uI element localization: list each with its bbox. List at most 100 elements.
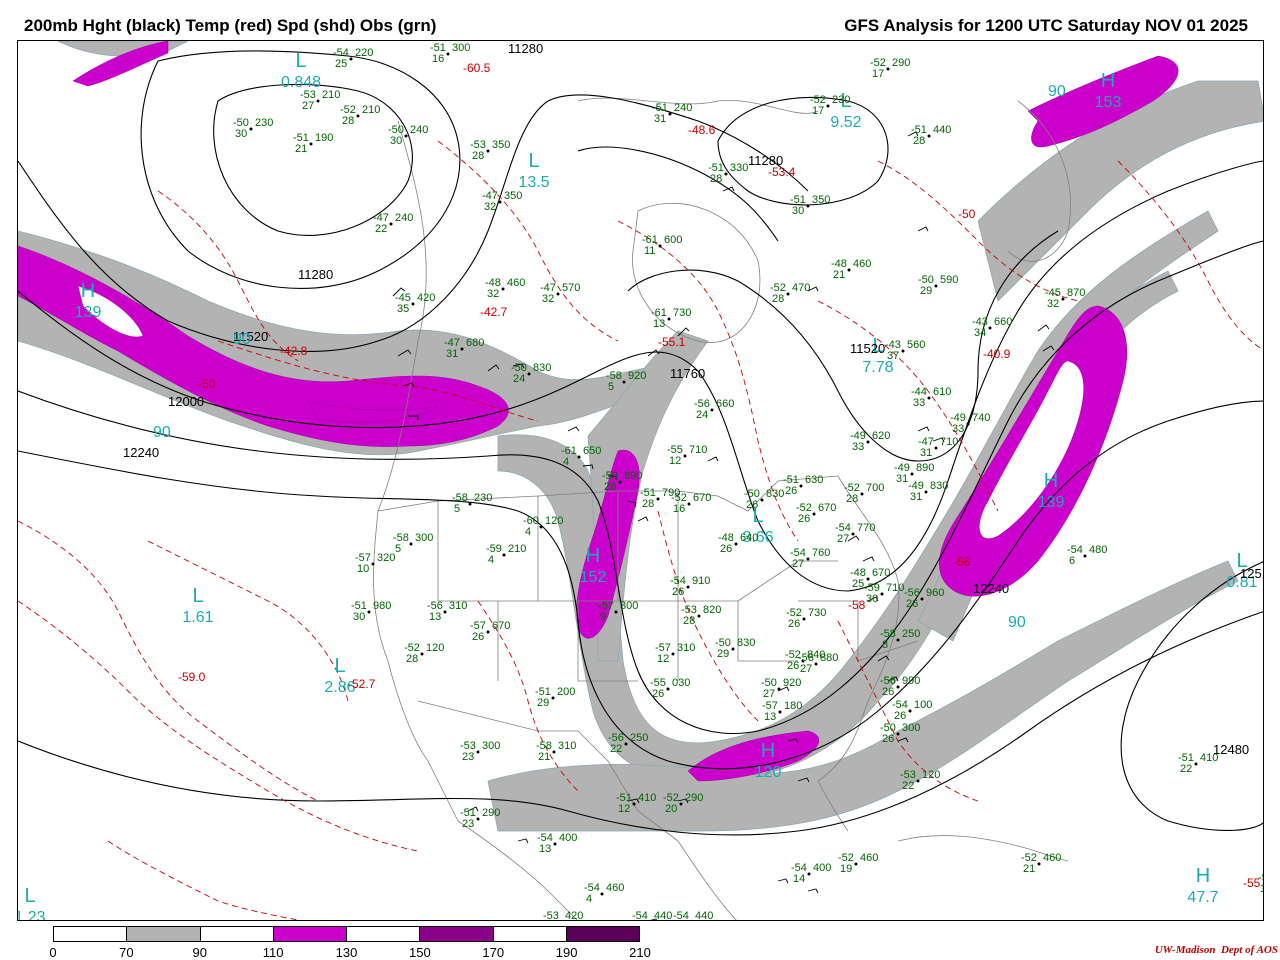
center-value: 139 — [75, 304, 102, 321]
station-dot — [847, 268, 851, 272]
station-dot — [486, 149, 490, 153]
legend-tick-label: 210 — [629, 945, 651, 960]
station-dot — [778, 710, 782, 714]
credit-line: UW-Madison Dept of AOS — [1155, 944, 1278, 956]
isotherm-2 — [18, 600, 419, 852]
ob-dewpoint-depression: 34 — [974, 327, 986, 339]
ob-height: 350 — [492, 139, 510, 151]
ob-dewpoint-depression: 10 — [357, 563, 369, 575]
ob-height: 830 — [533, 362, 551, 374]
station-ob: -47 35032 — [482, 190, 522, 213]
speed-label: 90 — [1048, 83, 1066, 100]
ob-height: 460 — [1043, 852, 1061, 864]
height-label: 12000 — [168, 394, 204, 409]
ob-dewpoint-depression: 27 — [792, 558, 804, 570]
temperature-label: -60.5 — [463, 61, 491, 75]
ob-dewpoint-depression: 12 — [669, 455, 681, 467]
station-dot — [826, 104, 830, 108]
station-ob: -51 44028 — [911, 124, 951, 147]
ob-height: 570 — [562, 282, 580, 294]
ob-dewpoint-depression: 23 — [462, 818, 474, 830]
station-dot — [409, 542, 413, 546]
station-dot — [446, 52, 450, 56]
center-letter: H — [1044, 470, 1058, 492]
ob-height: 410 — [1200, 752, 1218, 764]
ob-height: 560 — [907, 339, 925, 351]
ob-height: 760 — [812, 547, 830, 559]
station-dot — [920, 597, 924, 601]
ob-height: 210 — [508, 543, 526, 555]
station-dot — [560, 921, 563, 922]
station-dot — [896, 732, 900, 736]
station-dot — [916, 779, 920, 783]
station-dot — [697, 614, 701, 618]
ob-height: 300 — [482, 740, 500, 752]
ob-dewpoint-depression: 26 — [882, 686, 894, 698]
station-ob: -57 67026 — [470, 620, 510, 643]
hudson-bay — [632, 203, 761, 343]
temperature-label: -50 — [958, 207, 976, 221]
station-dot — [880, 592, 884, 596]
credit-org: UW-Madison — [1154, 944, 1216, 956]
ob-dewpoint-depression: 28 — [472, 150, 484, 162]
ob-dewpoint-depression: 21 — [833, 269, 845, 281]
ob-height: 620 — [872, 430, 890, 442]
station-dot — [799, 484, 803, 488]
ob-dewpoint-depression: 26 — [882, 733, 894, 745]
ob-height: 240 — [410, 124, 428, 136]
legend-tick-label: 150 — [409, 945, 431, 960]
station-ob: -50 83026 — [744, 488, 784, 511]
station-ob: -58 31021 — [536, 740, 576, 763]
ob-dewpoint-depression: 4 — [488, 554, 494, 566]
height-label: 11280 — [298, 267, 333, 282]
station-dot — [476, 750, 480, 754]
station-dot — [658, 244, 662, 248]
ob-height: 470 — [792, 282, 810, 294]
speed-label: 90 — [233, 331, 251, 348]
station-dot — [687, 502, 691, 506]
center-value: 153 — [1095, 94, 1122, 111]
station-ob: -52 12028 — [404, 642, 444, 665]
legend-swatch — [492, 927, 566, 941]
temperature-label: -52.7 — [348, 677, 376, 691]
station-ob: -53 21027 — [300, 89, 340, 112]
ob-dewpoint-depression: 26 — [785, 485, 797, 497]
station-dot — [908, 709, 912, 713]
temperature-label: -59.0 — [178, 670, 206, 684]
map-canvas: H139H153H139H120H152H47.7L0.848L13.5L9.5… — [18, 41, 1264, 922]
station-ob: -5444013 — [1258, 872, 1264, 895]
ob-temperature: -53 — [543, 910, 559, 921]
station-dot — [786, 292, 790, 296]
ob-height: 240 — [395, 212, 413, 224]
ob-dewpoint-depression: 30 — [235, 128, 247, 140]
legend-tick-label: 0 — [49, 945, 57, 960]
station-dot — [724, 172, 728, 176]
station-dot — [389, 222, 393, 226]
legend-tick-label: 90 — [192, 945, 207, 960]
ob-dewpoint-depression: 31 — [654, 113, 666, 125]
station-dot — [309, 142, 313, 146]
temperature-label: -50 — [198, 377, 216, 391]
station-ob: -55 71012 — [667, 444, 707, 467]
ob-dewpoint-depression: 16 — [432, 53, 444, 65]
center-value: 9.52 — [830, 114, 861, 131]
ob-height: 290 — [892, 57, 910, 69]
ob-dewpoint-depression: 27 — [837, 533, 849, 545]
ob-dewpoint-depression: 28 — [642, 498, 654, 510]
ob-dewpoint-depression: 22 — [375, 223, 387, 235]
temperature-label: -53.4 — [768, 165, 796, 179]
station-dot — [988, 326, 992, 330]
ob-height: 740 — [972, 412, 990, 424]
ob-dewpoint-depression: 12 — [657, 653, 669, 665]
ob-dewpoint-depression: 13 — [1260, 883, 1264, 895]
ob-height: 890 — [916, 462, 934, 474]
temperature-label: -40.9 — [983, 347, 1011, 361]
ob-dewpoint-depression: 33 — [952, 423, 964, 435]
station-dot — [349, 57, 353, 61]
station-ob: -54 40014 — [791, 862, 831, 885]
ob-height: 120 — [545, 515, 563, 527]
ob-dewpoint-depression: 5 — [454, 503, 460, 515]
ob-dewpoint-depression: 26 — [798, 513, 810, 525]
ob-height: 670 — [492, 620, 510, 632]
ob-height: 590 — [940, 274, 958, 286]
